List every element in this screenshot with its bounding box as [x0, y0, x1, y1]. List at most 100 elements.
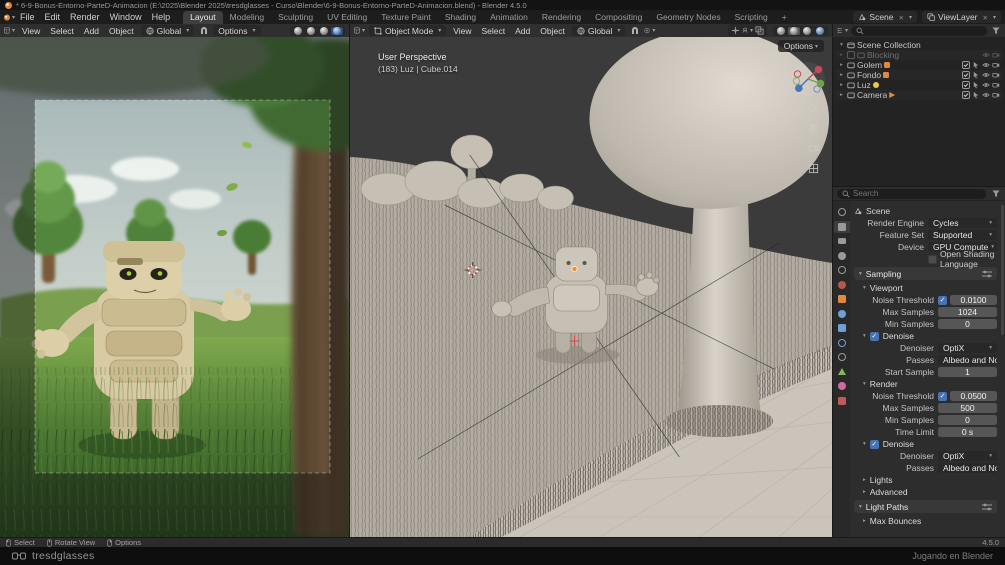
workspace-geometry-nodes[interactable]: Geometry Nodes	[649, 11, 727, 24]
workspace-compositing[interactable]: Compositing	[588, 11, 649, 24]
max-samples-field[interactable]: 500	[938, 403, 997, 414]
disable-render-camera-icon[interactable]	[992, 71, 1000, 79]
shading-solid-button[interactable]	[788, 27, 800, 35]
selectability-cursor-icon[interactable]	[972, 61, 980, 69]
rendered-scene[interactable]	[0, 37, 349, 537]
tab-scene-properties[interactable]	[834, 264, 850, 276]
tab-material-properties[interactable]	[834, 380, 850, 392]
expand-icon[interactable]	[838, 62, 845, 68]
viewlayer-selector[interactable]: ViewLayer	[922, 11, 1001, 23]
center-vp-menu-view[interactable]: View	[450, 26, 474, 36]
viewlayer-unlink-icon[interactable]	[981, 12, 988, 22]
outliner-row-golem[interactable]: Golem	[835, 60, 1003, 70]
start-sample-field[interactable]: 1	[938, 367, 997, 378]
exclude-checkbox-icon[interactable]	[962, 91, 970, 99]
filter-funnel-icon[interactable]	[990, 188, 1001, 199]
left-vp-menu-view[interactable]: View	[19, 26, 43, 36]
shading-solid-button[interactable]	[305, 27, 317, 35]
collection-name[interactable]: Camera	[857, 90, 887, 100]
sampling-presets-icon[interactable]	[982, 270, 992, 278]
light-paths-presets-icon[interactable]	[982, 503, 992, 511]
menu-edit[interactable]: Edit	[40, 12, 66, 22]
blender-menu-icon[interactable]	[4, 12, 15, 23]
outliner-search-input[interactable]	[867, 26, 982, 35]
shading-rendered-button[interactable]	[331, 27, 343, 35]
left-vp-options-dropdown[interactable]: Options	[213, 25, 260, 36]
properties-scrollbar[interactable]	[1001, 205, 1004, 335]
editor-type-icon[interactable]	[4, 25, 15, 36]
denoiser-dropdown[interactable]: OptiX	[938, 343, 997, 354]
xray-toggle-icon[interactable]	[754, 25, 765, 36]
osl-checkbox[interactable]	[928, 255, 937, 264]
workspace-shading[interactable]: Shading	[438, 11, 483, 24]
expand-icon[interactable]	[838, 92, 845, 98]
light-paths-section-header[interactable]: Light Paths	[854, 500, 997, 513]
center-vp-menu-add[interactable]: Add	[512, 26, 533, 36]
outliner-row-fondo[interactable]: Fondo	[835, 70, 1003, 80]
outliner-row-blocking[interactable]: Blocking	[835, 50, 1003, 60]
tab-tool[interactable]	[834, 206, 850, 218]
disable-render-camera-icon[interactable]	[992, 61, 1000, 69]
workspace-texture-paint[interactable]: Texture Paint	[374, 11, 438, 24]
tab-render-properties[interactable]	[834, 221, 850, 233]
menu-file[interactable]: File	[15, 12, 40, 22]
outliner-search[interactable]	[851, 26, 987, 36]
shading-material-button[interactable]	[801, 27, 813, 35]
workspace-scripting[interactable]: Scripting	[728, 11, 775, 24]
scene-selector[interactable]: Scene	[853, 11, 917, 23]
collection-name[interactable]: Fondo	[857, 70, 881, 80]
tab-output-properties[interactable]	[834, 235, 850, 247]
selectability-cursor-icon[interactable]	[972, 71, 980, 79]
noise-threshold-checkbox[interactable]	[938, 296, 947, 305]
disable-render-camera-icon[interactable]	[992, 91, 1000, 99]
workspace-animation[interactable]: Animation	[483, 11, 535, 24]
hide-viewport-eye-icon[interactable]	[982, 91, 990, 99]
solid-viewport[interactable]: User Perspective (183) Luz | Cube.014 Op…	[350, 37, 833, 537]
selectability-cursor-icon[interactable]	[972, 91, 980, 99]
hide-viewport-eye-icon[interactable]	[982, 61, 990, 69]
menu-help[interactable]: Help	[147, 12, 176, 22]
time-limit-field[interactable]: 0 s	[938, 427, 997, 438]
menu-render[interactable]: Render	[65, 12, 105, 22]
collection-name[interactable]: Scene Collection	[857, 40, 921, 50]
camera-view-icon[interactable]	[808, 143, 819, 154]
workspace-layout[interactable]: Layout	[183, 11, 223, 24]
max-samples-field[interactable]: 1024	[938, 307, 997, 318]
tab-constraint-properties[interactable]	[834, 351, 850, 363]
hide-viewport-eye-icon[interactable]	[982, 81, 990, 89]
editor-type-icon[interactable]	[354, 25, 365, 36]
feature-set-dropdown[interactable]: Supported	[928, 230, 997, 241]
outliner-row-scene-collection[interactable]: Scene Collection	[835, 40, 1003, 50]
workspace-uv-editing[interactable]: UV Editing	[320, 11, 374, 24]
show-gizmo-icon[interactable]	[730, 25, 741, 36]
snap-magnet-icon[interactable]	[198, 25, 209, 36]
noise-threshold-field[interactable]: 0.0500	[950, 391, 997, 402]
collection-name[interactable]: Luz	[857, 80, 871, 90]
denoiser-dropdown[interactable]: OptiX	[938, 451, 997, 462]
show-overlays-icon[interactable]	[742, 25, 753, 36]
scene-unlink-icon[interactable]	[897, 12, 904, 22]
passes-dropdown[interactable]: Albedo and Normal	[938, 463, 997, 474]
viewport-denoise-header[interactable]: Denoise	[854, 330, 997, 342]
max-bounces-subsection-header[interactable]: Max Bounces	[854, 515, 997, 527]
render-engine-dropdown[interactable]: Cycles	[928, 218, 997, 229]
tab-physics-properties[interactable]	[834, 337, 850, 349]
toggle-grid-icon[interactable]	[808, 163, 819, 174]
center-vp-menu-object[interactable]: Object	[537, 26, 568, 36]
left-vp-orientation-dropdown[interactable]: Global	[141, 25, 195, 36]
expand-icon[interactable]	[838, 72, 845, 78]
tab-view-layer-properties[interactable]	[834, 250, 850, 262]
selectability-cursor-icon[interactable]	[972, 81, 980, 89]
filter-funnel-icon[interactable]	[990, 25, 1001, 36]
denoise-checkbox[interactable]	[870, 332, 879, 341]
viewport-options-dropdown[interactable]: Options	[778, 40, 824, 52]
selected-origin-dot[interactable]	[572, 266, 577, 271]
menu-window[interactable]: Window	[105, 12, 147, 22]
disable-render-camera-icon[interactable]	[992, 81, 1000, 89]
tab-object-data-properties[interactable]	[834, 366, 850, 378]
render-subsection-header[interactable]: Render	[854, 378, 997, 390]
left-vp-menu-object[interactable]: Object	[106, 26, 137, 36]
workspace-modeling[interactable]: Modeling	[223, 11, 272, 24]
workspace-sculpting[interactable]: Sculpting	[271, 11, 320, 24]
properties-search-input[interactable]	[853, 189, 981, 198]
